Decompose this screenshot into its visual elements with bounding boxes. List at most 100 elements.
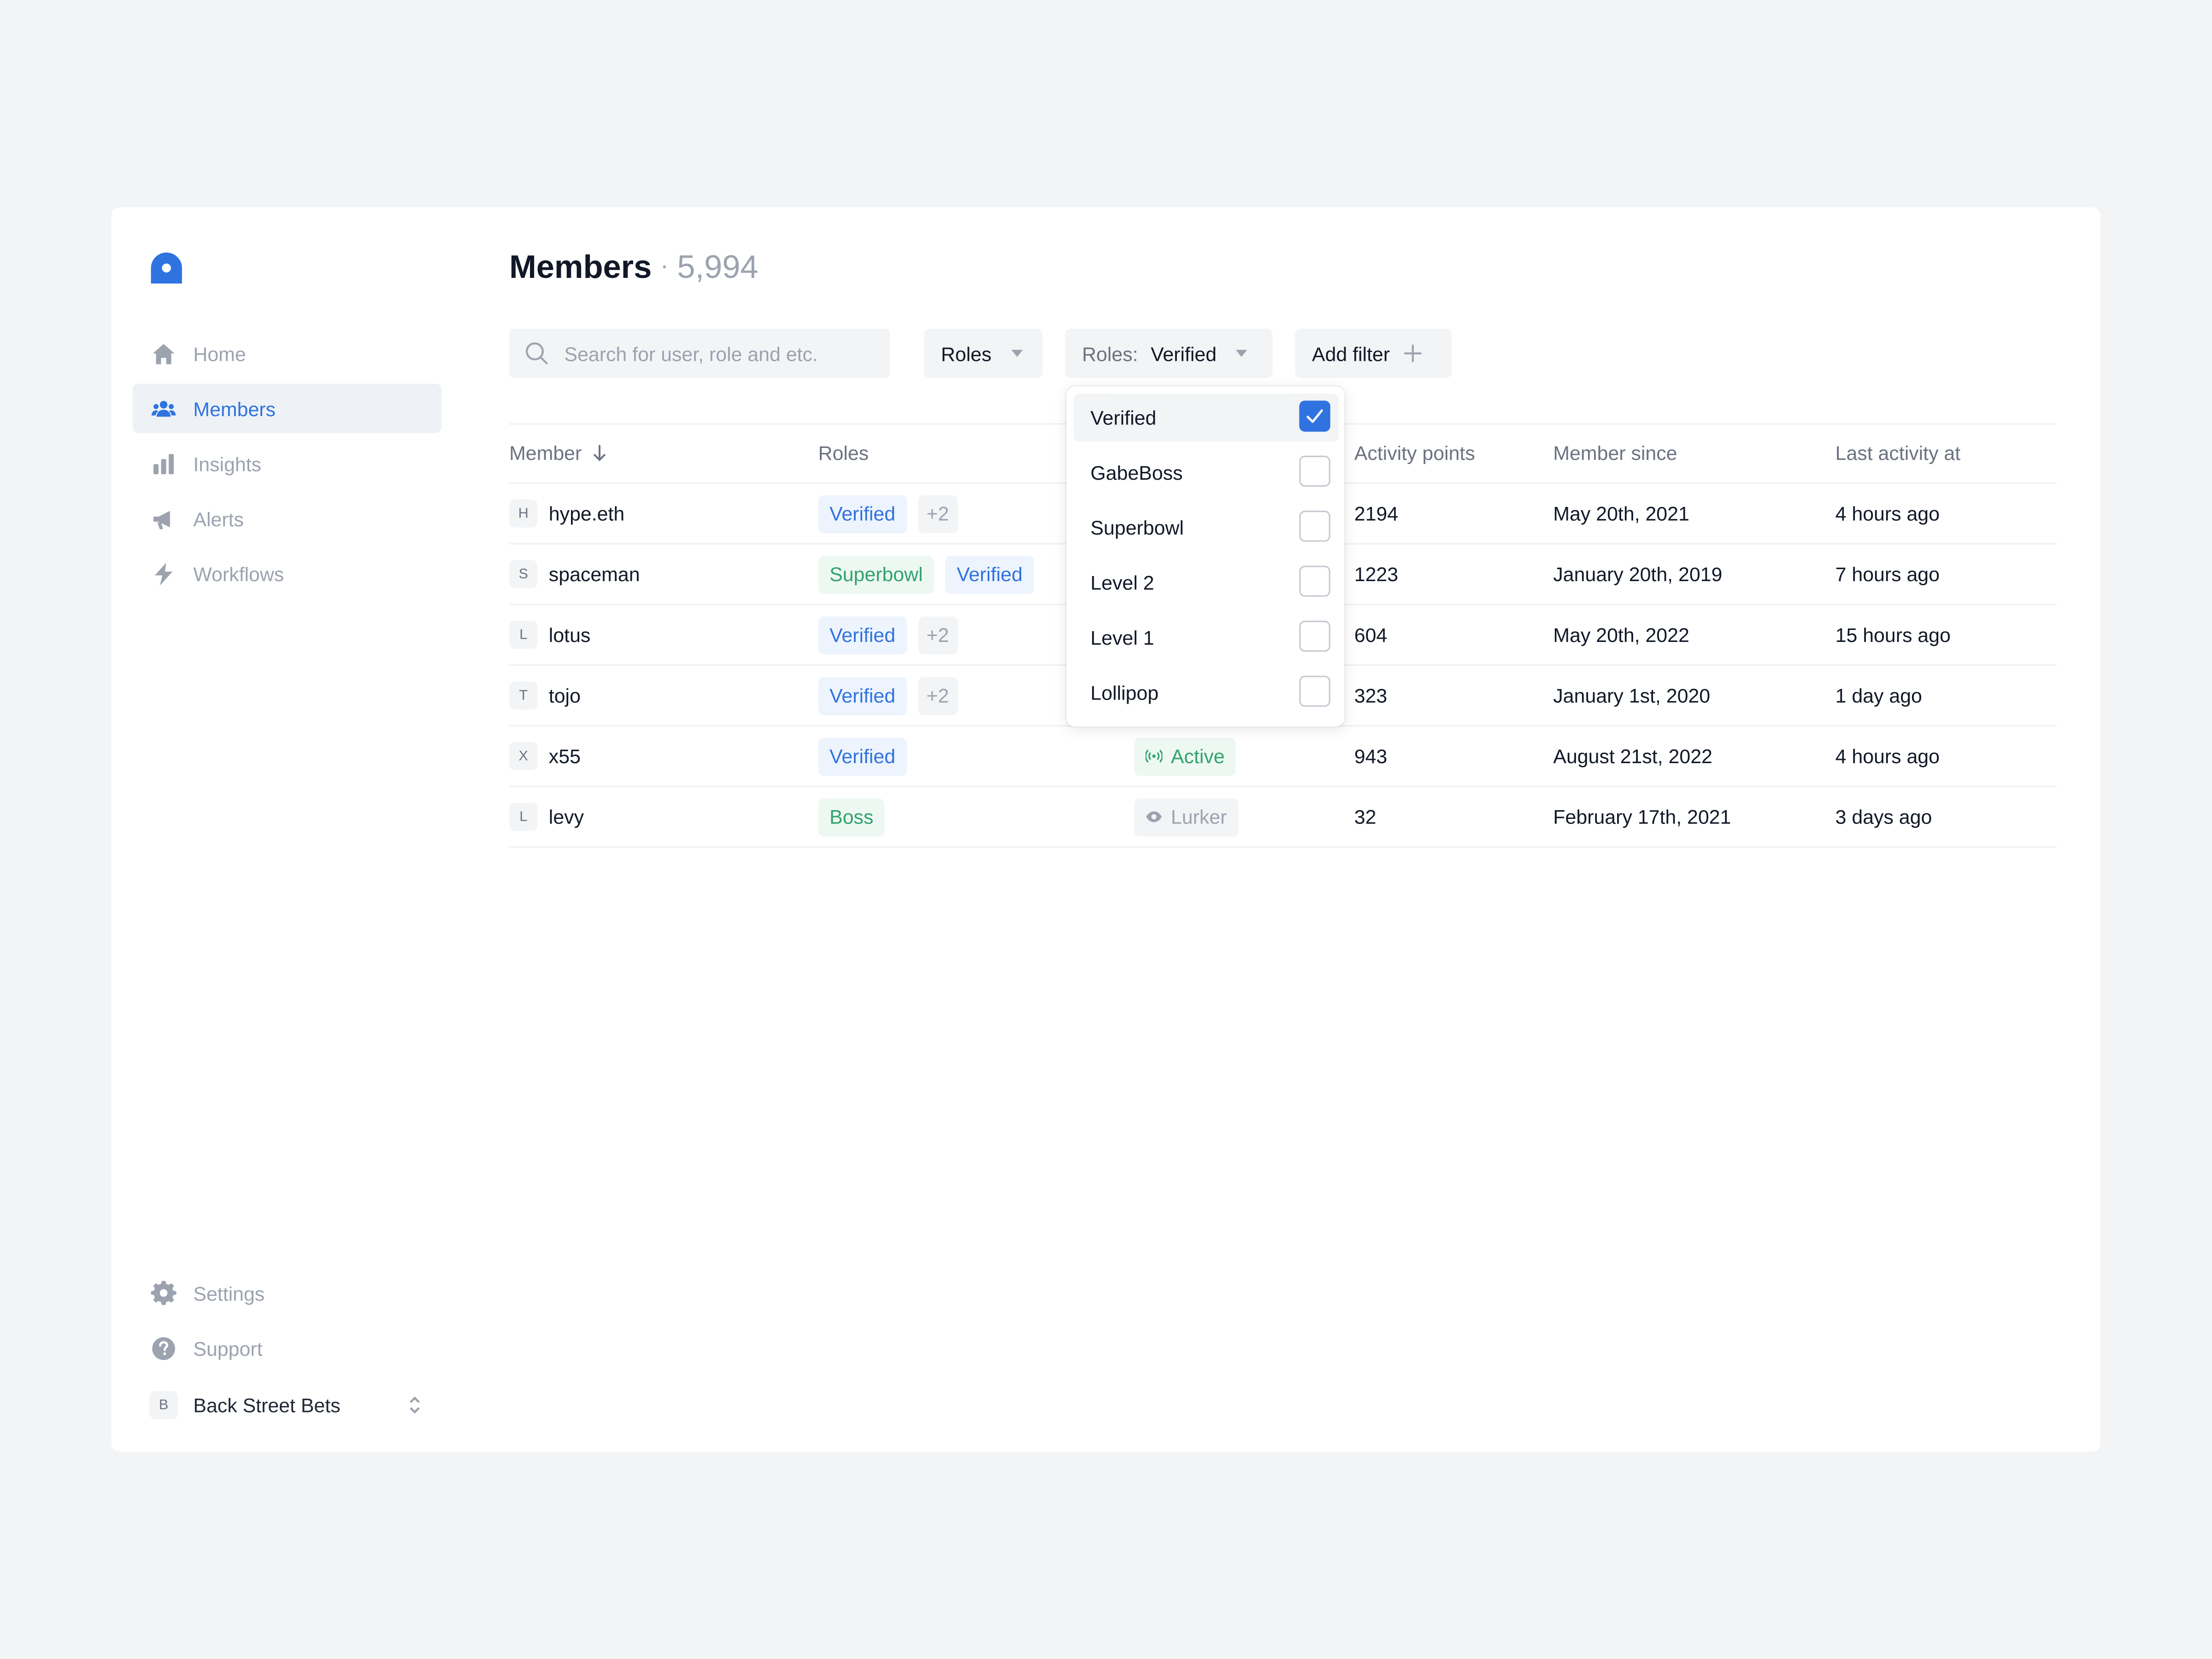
roles-filter-label: Roles [941,342,992,365]
option-label: GabeBoss [1090,461,1183,484]
avatar: X [509,742,538,771]
table-row-member[interactable]: X x55 [509,739,581,773]
checkbox[interactable] [1299,676,1330,707]
active-filter-value: Verified [1150,342,1217,365]
column-header-activity-points[interactable]: Activity points [1354,441,1475,464]
last-activity: 7 hours ago [1835,563,1940,586]
table-row-member[interactable]: L lotus [509,618,590,652]
sidebar-item-label: Home [193,342,246,365]
caret-down-icon [1011,350,1023,357]
last-activity: 3 days ago [1835,805,1932,828]
role-tag[interactable]: Verified [945,555,1034,594]
option-label: Level 1 [1090,626,1154,649]
question-icon [151,1335,176,1360]
column-header-member-since[interactable]: Member since [1553,441,1677,464]
column-header-label: Last activity at [1835,441,1961,465]
sidebar-item-label: Alerts [193,507,244,530]
checkbox[interactable] [1299,565,1330,597]
table-row-roles: Boss [818,798,896,836]
dropdown-option-superbowl[interactable]: Superbowl [1074,504,1339,552]
megaphone-icon [151,506,176,531]
table-row-member[interactable]: S spaceman [509,557,640,591]
more-roles-tag[interactable]: +2 [918,494,958,533]
avatar: L [509,802,538,831]
last-activity: 15 hours ago [1835,624,1951,647]
option-label: Verified [1090,406,1157,429]
sidebar-item-members[interactable]: Members [132,383,442,433]
activity-points: 32 [1354,805,1377,828]
add-filter-label: Add filter [1312,342,1390,365]
avatar: L [509,620,538,649]
role-tag[interactable]: Verified [818,494,907,533]
page-title-text: Members [509,248,652,285]
column-header-last-activity[interactable]: Last activity at [1835,441,1961,464]
activity-points: 604 [1354,624,1388,647]
add-filter-button[interactable]: Add filter [1295,329,1452,378]
workspace-switcher[interactable]: B Back Street Bets [149,1391,431,1419]
table-row-member[interactable]: L levy [509,800,584,834]
activity-points: 323 [1354,684,1388,707]
search-box[interactable] [509,329,890,378]
home-icon [151,341,176,366]
role-tag[interactable]: Verified [818,676,907,715]
dropdown-option-level-1[interactable]: Level 1 [1074,614,1339,662]
column-header-member[interactable]: Member [509,441,607,464]
gear-icon [151,1280,176,1306]
sidebar-item-insights[interactable]: Insights [133,439,441,488]
plus-icon [1404,344,1422,363]
member-since: May 20th, 2021 [1553,502,1689,525]
bolt-icon [151,561,176,586]
status-cell: Active [1134,737,1247,776]
roles-filter-button[interactable]: Roles [924,329,1043,378]
sidebar-item-label: Settings [193,1282,265,1305]
search-icon [525,342,548,365]
status-label: Lurker [1171,805,1227,828]
member-since: January 20th, 2019 [1553,563,1723,586]
search-input[interactable] [561,341,878,366]
role-tag[interactable]: Verified [818,616,907,654]
more-roles-tag[interactable]: +2 [918,616,958,654]
dropdown-option-verified[interactable]: Verified [1073,394,1339,442]
member-name: lotus [548,624,591,647]
users-icon [151,396,176,421]
caret-down-icon [1236,350,1248,357]
sidebar-item-label: Workflows [193,562,284,585]
dropdown-option-lollipop[interactable]: Lollipop [1074,669,1339,717]
member-count: 5,994 [677,248,759,285]
member-since: May 20th, 2022 [1553,624,1689,647]
sidebar-item-label: Members [193,397,276,420]
dropdown-option-gabeboss[interactable]: GabeBoss [1074,448,1339,496]
table-row-member[interactable]: H hype.eth [509,497,624,530]
status-badge: Active [1134,737,1236,776]
table-row-member[interactable]: T tojo [509,678,581,712]
column-header-roles[interactable]: Roles [818,441,869,464]
table-row-roles: Verified +2 [818,616,969,654]
last-activity: 4 hours ago [1835,502,1940,525]
dropdown-option-level-2[interactable]: Level 2 [1074,559,1339,606]
table-row-roles: Verified +2 [818,494,969,533]
bar-chart-icon [151,451,176,476]
sidebar-item-home[interactable]: Home [133,329,441,378]
checkbox-checked[interactable] [1299,400,1330,432]
roles-dropdown-menu: Verified GabeBoss Superbowl Level 2 Leve… [1066,386,1345,727]
logo-icon [151,252,182,284]
checkbox[interactable] [1299,620,1330,652]
checkbox[interactable] [1299,455,1330,487]
sidebar-item-settings[interactable]: Settings [133,1268,441,1318]
sidebar-item-workflows[interactable]: Workflows [133,549,441,598]
more-roles-tag[interactable]: +2 [918,676,958,715]
active-filter-button[interactable]: Roles: Verified [1065,329,1273,378]
checkbox[interactable] [1299,511,1330,542]
member-since: February 17th, 2021 [1553,805,1731,828]
role-tag[interactable]: Boss [818,798,885,836]
role-tag[interactable]: Verified [818,737,907,776]
avatar: H [509,499,538,528]
row-divider [509,846,2057,848]
role-tag[interactable]: Superbowl [818,555,934,594]
option-label: Lollipop [1090,681,1159,704]
avatar: S [509,560,538,588]
sidebar-item-alerts[interactable]: Alerts [133,494,441,543]
activity-points: 1223 [1354,563,1399,586]
sidebar-item-support[interactable]: Support [133,1323,441,1372]
last-activity: 4 hours ago [1835,745,1940,768]
